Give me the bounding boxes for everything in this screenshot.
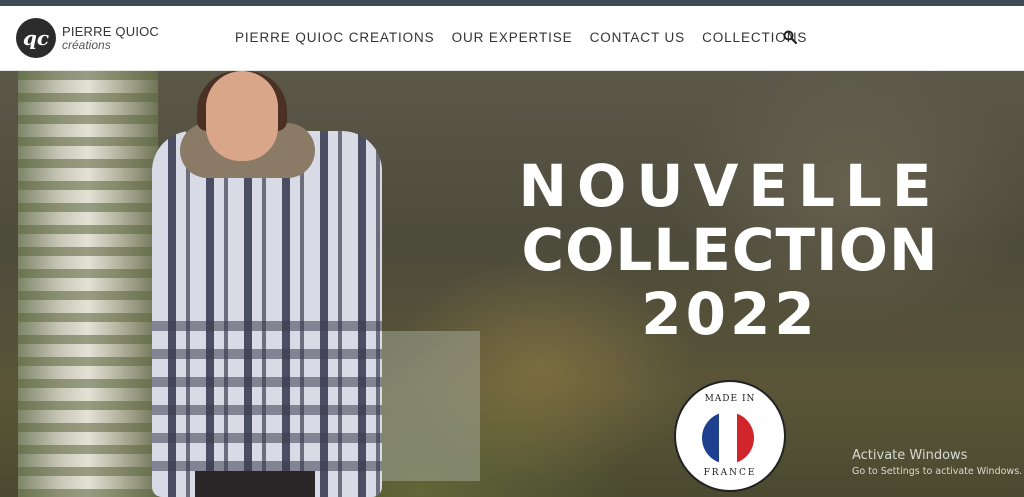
watermark-title: Activate Windows bbox=[852, 448, 968, 463]
nav-item-contact-us[interactable]: CONTACT US bbox=[590, 30, 686, 45]
background-bench bbox=[370, 331, 480, 481]
search-icon[interactable] bbox=[783, 30, 797, 44]
headline-line-2: COLLECTION bbox=[521, 216, 939, 284]
main-nav: PIERRE QUIOC CREATIONS OUR EXPERTISE CON… bbox=[235, 30, 807, 45]
nav-item-pierre-quioc-creations[interactable]: PIERRE QUIOC CREATIONS bbox=[235, 30, 435, 45]
cape-stripes bbox=[152, 321, 382, 481]
model-face bbox=[206, 71, 278, 161]
flag-red-stripe bbox=[736, 412, 754, 464]
flag-blue-stripe bbox=[702, 412, 720, 464]
logo-text: PIERRE QUIOC créations bbox=[62, 25, 159, 51]
birch-tree bbox=[18, 71, 158, 497]
badge-bottom-text: FRANCE bbox=[703, 468, 757, 478]
flag-white-stripe bbox=[719, 412, 737, 464]
site-header: qc PIERRE QUIOC créations PIERRE QUIOC C… bbox=[0, 6, 1024, 71]
headline-line-1: NOUVELLE bbox=[518, 152, 942, 220]
brand-name: PIERRE QUIOC bbox=[62, 24, 160, 39]
watermark-subtitle: Go to Settings to activate Windows. bbox=[852, 466, 1023, 477]
hero-headline: NOUVELLE COLLECTION 2022 bbox=[470, 153, 990, 347]
model-legs bbox=[195, 471, 315, 497]
headline-line-3: 2022 bbox=[641, 280, 819, 348]
french-flag-icon bbox=[702, 412, 754, 464]
activate-windows-watermark: Activate Windows Go to Settings to activ… bbox=[852, 448, 1022, 477]
nav-item-our-expertise[interactable]: OUR EXPERTISE bbox=[452, 30, 573, 45]
badge-top-text: MADE IN bbox=[704, 394, 756, 404]
made-in-france-badge: MADE IN FRANCE bbox=[674, 380, 786, 492]
logo-mark-icon: qc bbox=[16, 18, 56, 58]
brand-subtitle: créations bbox=[62, 38, 111, 52]
logo[interactable]: qc PIERRE QUIOC créations bbox=[16, 17, 159, 59]
hero-banner: NOUVELLE COLLECTION 2022 MADE IN FRANCE … bbox=[0, 71, 1024, 497]
